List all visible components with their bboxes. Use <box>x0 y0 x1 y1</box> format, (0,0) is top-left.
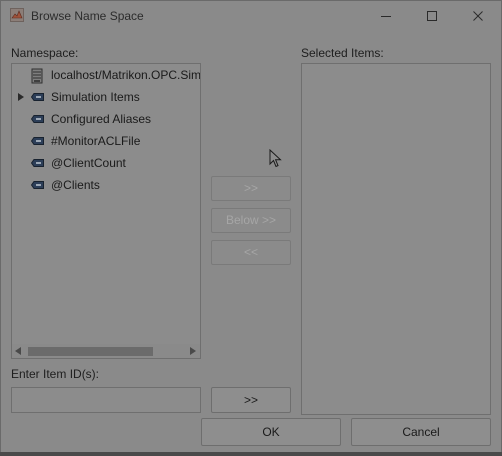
item-id-input[interactable] <box>11 387 201 413</box>
tree-item-label: @Clients <box>51 178 100 192</box>
tree-item-clients[interactable]: @Clients <box>12 174 200 196</box>
horizontal-scrollbar[interactable] <box>12 344 200 358</box>
expand-arrow-icon[interactable] <box>18 93 24 101</box>
tree-item-configured-aliases[interactable]: Configured Aliases <box>12 108 200 130</box>
window-title: Browse Name Space <box>31 9 144 23</box>
browse-name-space-dialog: Browse Name Space Namespace: Selected It… <box>0 0 502 454</box>
ok-button[interactable]: OK <box>201 418 341 446</box>
server-icon <box>31 68 43 84</box>
close-button[interactable] <box>455 1 501 32</box>
remove-button[interactable]: << <box>211 240 291 265</box>
tag-icon <box>31 115 44 123</box>
selected-items-list[interactable] <box>301 63 491 415</box>
add-below-button[interactable]: Below >> <box>211 208 291 233</box>
item-id-label: Enter Item ID(s): <box>11 367 100 381</box>
matlab-icon <box>10 8 24 22</box>
add-item-id-button[interactable]: >> <box>211 387 291 413</box>
scrollbar-thumb[interactable] <box>28 347 153 356</box>
tree-item-label: Simulation Items <box>51 90 140 104</box>
tree-item-label: Configured Aliases <box>51 112 152 126</box>
tree-item-client-count[interactable]: @ClientCount <box>12 152 200 174</box>
maximize-button[interactable] <box>409 1 455 32</box>
scroll-left-icon[interactable] <box>15 347 21 355</box>
tree-item-simulation-items[interactable]: Simulation Items <box>12 86 200 108</box>
tag-icon <box>31 181 44 189</box>
tag-icon <box>31 137 44 145</box>
minimize-button[interactable] <box>363 1 409 32</box>
maximize-icon <box>427 11 437 21</box>
tree-item-label: #MonitorACLFile <box>51 134 141 148</box>
tree-item-label: localhost/Matrikon.OPC.Sim <box>51 68 201 82</box>
namespace-tree[interactable]: localhost/Matrikon.OPC.Sim Simulation It… <box>11 63 201 359</box>
close-icon <box>473 11 483 21</box>
minimize-icon <box>381 16 391 17</box>
add-button[interactable]: >> <box>211 176 291 201</box>
tree-item-monitor-acl-file[interactable]: #MonitorACLFile <box>12 130 200 152</box>
scroll-right-icon[interactable] <box>190 347 196 355</box>
background-window-strip <box>0 452 502 456</box>
cancel-button[interactable]: Cancel <box>351 418 491 446</box>
tree-item-server[interactable]: localhost/Matrikon.OPC.Sim <box>12 64 200 86</box>
tag-icon <box>31 93 44 101</box>
tag-icon <box>31 159 44 167</box>
selected-items-label: Selected Items: <box>301 46 384 60</box>
tree-item-label: @ClientCount <box>51 156 126 170</box>
namespace-label: Namespace: <box>11 46 79 60</box>
title-bar[interactable]: Browse Name Space <box>1 1 501 32</box>
mouse-pointer-icon <box>269 149 282 168</box>
